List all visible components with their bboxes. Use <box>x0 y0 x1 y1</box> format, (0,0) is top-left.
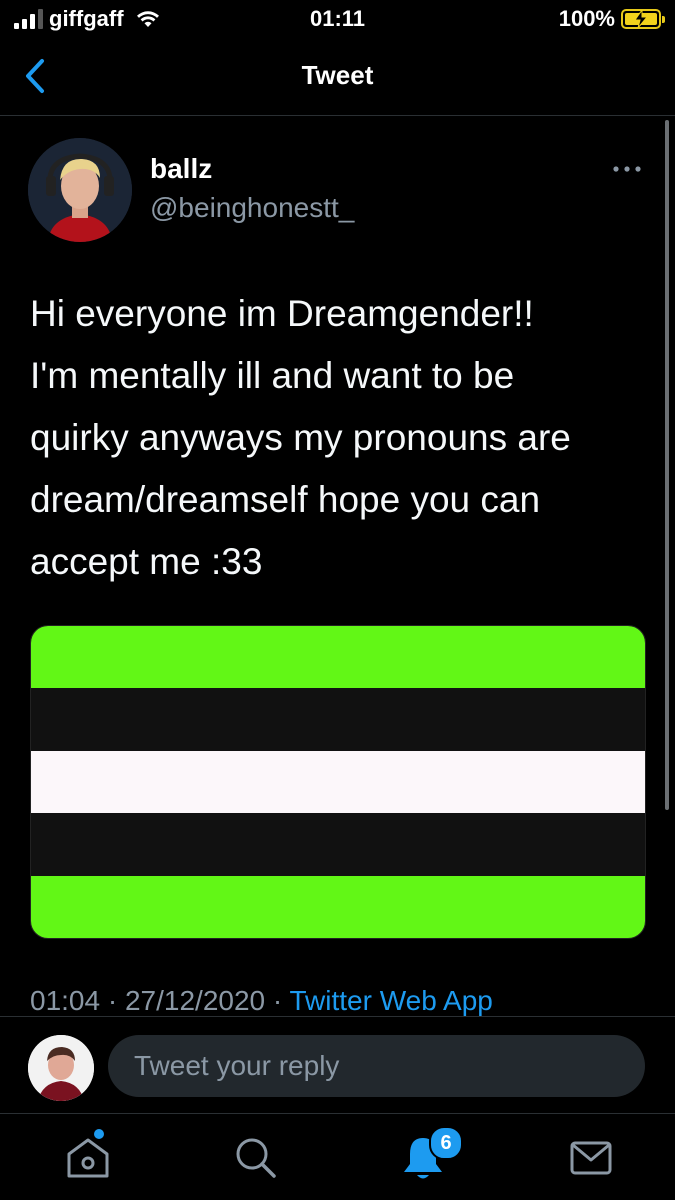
meta-separator: · <box>272 985 283 1016</box>
tweet-text-line: quirky anyways my pronouns are <box>30 417 571 458</box>
flag-stripe <box>31 813 645 876</box>
page-title: Tweet <box>301 60 374 90</box>
mail-icon[interactable] <box>566 1132 616 1182</box>
more-horizontal-icon[interactable] <box>612 164 642 174</box>
home-icon[interactable] <box>63 1132 113 1182</box>
tweet-text: Hi everyone im Dreamgender!! I'm mentall… <box>30 283 655 593</box>
tab-bar: 6 <box>0 1113 675 1200</box>
tweet-source-link[interactable]: Twitter Web App <box>290 985 493 1016</box>
author-avatar[interactable] <box>28 138 132 242</box>
scroll-indicator[interactable] <box>665 120 669 810</box>
user-avatar[interactable] <box>28 1035 94 1101</box>
tweet-detail-screen: giffgaff 01:11 100% Tweet ballz @beingho… <box>0 0 675 1200</box>
author-handle[interactable]: @beinghonestt_ <box>150 192 354 224</box>
reply-input[interactable] <box>108 1035 645 1097</box>
flag-stripe <box>31 688 645 751</box>
meta-separator: · <box>107 985 118 1016</box>
tweet-text-line: Hi everyone im Dreamgender!! <box>30 293 534 334</box>
status-bar: giffgaff 01:11 100% <box>0 0 675 40</box>
flag-stripe <box>31 750 645 814</box>
tweet-text-line: I'm mentally ill and want to be <box>30 355 515 396</box>
tweet-meta: 01:04 · 27/12/2020 · Twitter Web App <box>30 985 493 1017</box>
tweet-text-line: dream/dreamself hope you can <box>30 479 541 520</box>
search-icon[interactable] <box>230 1132 280 1182</box>
tweet-image[interactable] <box>30 625 646 939</box>
tweet-time: 01:04 <box>30 985 101 1016</box>
reply-bar <box>0 1016 675 1114</box>
flag-stripe <box>31 626 645 689</box>
battery-group: 100% <box>558 6 665 32</box>
tweet-text-line: accept me :33 <box>30 541 263 582</box>
nav-header: Tweet <box>0 40 675 116</box>
author-name[interactable]: ballz <box>150 153 212 185</box>
notifications-badge: 6 <box>429 1126 463 1160</box>
battery-charging-icon <box>621 9 665 29</box>
home-unread-dot <box>94 1129 104 1139</box>
flag-stripe <box>31 875 645 938</box>
battery-percentage: 100% <box>558 6 615 31</box>
tweet-date: 27/12/2020 <box>124 985 266 1016</box>
